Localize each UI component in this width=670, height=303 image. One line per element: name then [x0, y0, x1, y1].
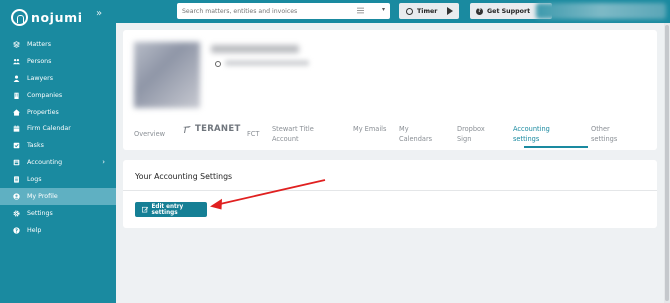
sidebar-item-label: Tasks: [27, 142, 44, 150]
sidebar-nav: Matters Persons Lawyers Companies Proper…: [0, 36, 116, 239]
email-icon: [215, 61, 221, 67]
profile-tabs: Overview TERANET FCT Stewart Title Accou…: [134, 124, 654, 148]
sidebar-item-label: Companies: [27, 91, 63, 99]
sidebar-item-label: Help: [27, 226, 42, 234]
chevron-down-icon[interactable]: ▾: [382, 6, 385, 13]
search-input[interactable]: [182, 7, 342, 15]
sidebar-item-lawyers[interactable]: Lawyers: [0, 70, 116, 87]
sidebar-item-label: Matters: [27, 40, 51, 48]
tab-teranet[interactable]: TERANET: [182, 124, 241, 134]
logo-text: nojumi: [31, 9, 83, 25]
logo-icon: [11, 8, 28, 26]
people-icon: [11, 58, 21, 65]
tab-my-emails[interactable]: My Emails: [353, 124, 389, 134]
sidebar-item-logs[interactable]: Logs: [0, 171, 116, 188]
sidebar-item-settings[interactable]: Settings: [0, 205, 116, 222]
scrollbar-thumb[interactable]: [665, 25, 669, 301]
tab-my-calendars[interactable]: My Calendars: [399, 124, 441, 144]
sidebar-item-label: My Profile: [27, 192, 58, 200]
sidebar-item-my-profile[interactable]: My Profile: [0, 188, 116, 205]
profile-email: [225, 60, 309, 66]
sidebar-item-label: Lawyers: [27, 74, 53, 82]
list-icon: [11, 176, 21, 183]
calendar-icon: [11, 125, 21, 133]
profile-card: Overview TERANET FCT Stewart Title Accou…: [123, 30, 657, 150]
timer-label: Timer: [417, 7, 438, 15]
sidebar-item-companies[interactable]: Companies: [0, 87, 116, 104]
checkbox-icon: [11, 142, 21, 149]
edit-entry-settings-button[interactable]: Edit entry settings: [135, 202, 207, 217]
sidebar-item-label: Firm Calendar: [27, 125, 71, 133]
layers-icon: [11, 41, 21, 48]
sidebar-item-matters[interactable]: Matters: [0, 36, 116, 53]
clock-icon: [406, 7, 413, 15]
active-tab-indicator: [524, 146, 588, 148]
sidebar-item-firm-calendar[interactable]: Firm Calendar: [0, 120, 116, 137]
profile-name: [211, 45, 299, 53]
home-icon: [11, 108, 21, 116]
edit-button-label: Edit entry settings: [151, 203, 184, 216]
tab-stewart-title-account[interactable]: Stewart Title Account: [272, 124, 332, 144]
sidebar-item-label: Settings: [27, 209, 53, 217]
profile-photo: [134, 42, 200, 108]
user-icon: [11, 75, 21, 82]
play-icon[interactable]: [447, 7, 453, 15]
gear-icon: [11, 210, 21, 217]
chevron-right-icon: ›: [102, 158, 105, 167]
tab-overview[interactable]: Overview: [134, 129, 165, 139]
svg-text:?: ?: [15, 228, 18, 234]
page-scrollbar[interactable]: [664, 23, 670, 303]
teranet-icon: [183, 126, 191, 133]
sidebar-item-persons[interactable]: Persons: [0, 53, 116, 70]
sidebar-item-label: Properties: [27, 108, 59, 116]
search-box[interactable]: ▾: [177, 3, 390, 19]
timer-button[interactable]: Timer: [399, 3, 459, 19]
profile-icon: [11, 193, 21, 200]
accounting-icon: [11, 159, 21, 166]
tab-fct[interactable]: FCT: [247, 129, 259, 139]
section-title: Your Accounting Settings: [135, 172, 233, 181]
tab-dropbox-sign[interactable]: Dropbox Sign: [457, 124, 495, 144]
building-icon: [11, 92, 21, 99]
sidebar-item-accounting[interactable]: Accounting ›: [0, 154, 116, 171]
tab-other-settings[interactable]: Other settings: [591, 124, 631, 144]
tab-teranet-label: TERANET: [195, 124, 241, 134]
sidebar-item-label: Accounting: [27, 159, 63, 167]
nojumi-logo[interactable]: nojumi: [11, 6, 83, 28]
sidebar-item-label: Logs: [27, 176, 42, 184]
sidebar-item-label: Persons: [27, 57, 52, 65]
tab-accounting-settings[interactable]: Accounting settings: [513, 124, 565, 144]
accounting-settings-card: Your Accounting Settings Edit entry sett…: [123, 160, 657, 228]
support-label: Get Support: [487, 7, 531, 15]
top-bar: ▾ Timer ? Get Support: [116, 0, 670, 23]
sidebar-item-help[interactable]: ? Help: [0, 222, 116, 239]
edit-icon: [142, 206, 149, 213]
user-menu[interactable]: [536, 3, 666, 19]
collapse-sidebar-icon[interactable]: »: [96, 8, 102, 19]
help-icon: ?: [11, 227, 21, 234]
filter-list-icon[interactable]: [357, 7, 364, 14]
question-icon: ?: [476, 7, 483, 15]
sidebar: nojumi » Matters Persons Lawyers Compani…: [0, 0, 116, 303]
sidebar-item-tasks[interactable]: Tasks: [0, 137, 116, 154]
sidebar-item-properties[interactable]: Properties: [0, 104, 116, 121]
divider: [123, 190, 657, 191]
